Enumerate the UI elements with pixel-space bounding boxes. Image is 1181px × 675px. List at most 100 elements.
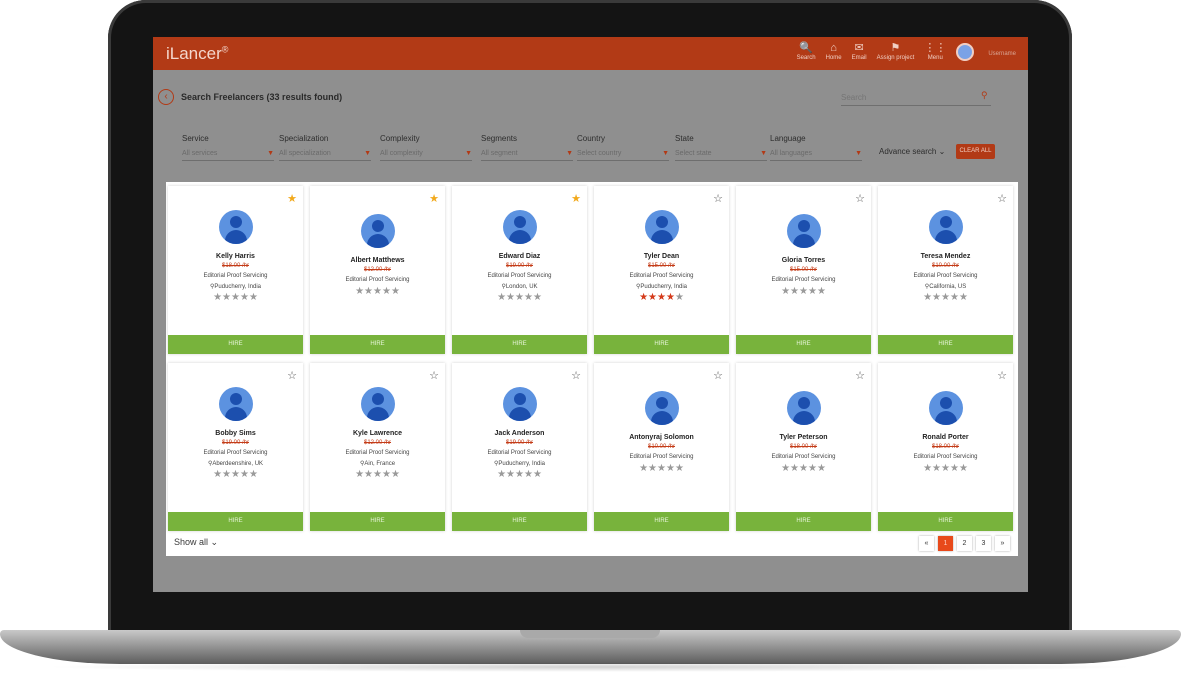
- freelancer-card[interactable]: ☆ Gloria Torres $15.00 /hr Editorial Proof …: [736, 186, 871, 354]
- home-icon: ⌂: [830, 42, 837, 54]
- freelancer-name[interactable]: Bobby Sims: [168, 430, 303, 437]
- nav-item-assign-project[interactable]: ⚑ Assign project: [877, 41, 915, 61]
- service-name: Editorial Proof Servicing: [913, 273, 978, 279]
- freelancer-card[interactable]: ★ Kelly Harris $18.00 /hr Editorial Proof S…: [168, 186, 303, 354]
- user-avatar[interactable]: [956, 43, 975, 61]
- freelancer-name[interactable]: Albert Matthews: [310, 257, 445, 264]
- filter-select[interactable]: Select state ▼: [675, 150, 767, 161]
- hire-button[interactable]: HIRE: [736, 512, 871, 531]
- location: ⚲Ain, France: [359, 461, 396, 467]
- clear-all-button[interactable]: CLEAR ALL: [956, 144, 995, 159]
- rating-stars: ★★★★★: [497, 292, 542, 303]
- freelancer-name[interactable]: Jack Anderson: [452, 430, 587, 437]
- filter-select[interactable]: All complexity ▼: [380, 150, 472, 161]
- freelancer-card[interactable]: ☆ Kyle Lawrence $12.00 /hr Editorial Proof …: [310, 363, 445, 531]
- show-all-toggle[interactable]: Show all ⌄: [174, 537, 218, 548]
- freelancer-card[interactable]: ★ Edward Diaz $19.00 /hr Editorial Proof Se…: [452, 186, 587, 354]
- nav-item-label: Email: [851, 55, 867, 61]
- favorite-star-icon[interactable]: ☆: [429, 369, 439, 382]
- filter-select[interactable]: All services ▼: [182, 150, 274, 161]
- page-button-3[interactable]: 3: [976, 536, 991, 551]
- favorite-star-icon[interactable]: ★: [571, 192, 581, 205]
- advance-search-toggle[interactable]: Advance search ⌄: [879, 147, 945, 156]
- top-navbar: iLancer® 🔍 Search ⌂ Home ✉ Email ⚑ Assign proje…: [153, 37, 1028, 70]
- hourly-rate: $18.00 /hr: [221, 263, 250, 269]
- filter-segments: Segments All segment ▼: [481, 134, 573, 161]
- freelancer-card[interactable]: ☆ Teresa Mendez $10.00 /hr Editorial Proof …: [878, 186, 1013, 354]
- freelancer-card[interactable]: ☆ Jack Anderson $19.00 /hr Editorial Proof …: [452, 363, 587, 531]
- page-next-button[interactable]: »: [995, 536, 1010, 551]
- back-button[interactable]: ‹: [158, 89, 174, 105]
- filter-select[interactable]: Select country ▼: [577, 150, 669, 161]
- favorite-star-icon[interactable]: ☆: [713, 369, 723, 382]
- hire-button[interactable]: HIRE: [594, 335, 729, 354]
- hire-button[interactable]: HIRE: [878, 335, 1013, 354]
- username-label[interactable]: Username: [988, 51, 1016, 57]
- filter-label: Service: [182, 134, 209, 143]
- favorite-star-icon[interactable]: ☆: [571, 369, 581, 382]
- filter-service: Service All services ▼: [182, 134, 274, 161]
- favorite-star-icon[interactable]: ★: [429, 192, 439, 205]
- rating-stars: ★★★★★: [639, 292, 684, 303]
- search-icon[interactable]: ⚲: [981, 90, 988, 101]
- freelancer-name[interactable]: Antonyraj Solomon: [594, 434, 729, 441]
- nav-item-email[interactable]: ✉ Email: [852, 41, 867, 61]
- hire-button[interactable]: HIRE: [594, 512, 729, 531]
- rating-stars: ★★★★★: [781, 286, 826, 297]
- freelancer-name[interactable]: Kelly Harris: [168, 253, 303, 260]
- service-name: Editorial Proof Servicing: [629, 273, 694, 279]
- service-name: Editorial Proof Servicing: [487, 273, 552, 279]
- hire-button[interactable]: HIRE: [878, 512, 1013, 531]
- rating-stars: ★★★★★: [213, 292, 258, 303]
- avatar: [928, 391, 963, 425]
- page-button-2[interactable]: 2: [957, 536, 972, 551]
- nav-item-search[interactable]: 🔍 Search: [797, 41, 816, 61]
- filter-select[interactable]: All specialization ▼: [279, 150, 371, 161]
- freelancer-card[interactable]: ★ Albert Matthews $12.00 /hr Editorial Proo…: [310, 186, 445, 354]
- page-button-1[interactable]: 1: [938, 536, 953, 551]
- freelancer-card[interactable]: ☆ Ronald Porter $18.00 /hr Editorial Proof …: [878, 363, 1013, 531]
- freelancer-name[interactable]: Teresa Mendez: [878, 253, 1013, 260]
- rating-stars: ★★★★★: [923, 463, 968, 474]
- page-prev-button[interactable]: «: [919, 536, 934, 551]
- freelancer-card[interactable]: ☆ Antonyraj Solomon $10.00 /hr Editorial Pr…: [594, 363, 729, 531]
- filter-select[interactable]: All segment ▼: [481, 150, 573, 161]
- app-logo[interactable]: iLancer®: [166, 44, 228, 64]
- rating-stars: ★★★★★: [497, 469, 542, 480]
- favorite-star-icon[interactable]: ☆: [855, 192, 865, 205]
- freelancer-name[interactable]: Gloria Torres: [736, 257, 871, 264]
- favorite-star-icon[interactable]: ☆: [997, 192, 1007, 205]
- nav-item-home[interactable]: ⌂ Home: [826, 41, 842, 61]
- freelancer-name[interactable]: Tyler Peterson: [736, 434, 871, 441]
- service-name: Editorial Proof Servicing: [345, 450, 410, 456]
- favorite-star-icon[interactable]: ☆: [855, 369, 865, 382]
- service-name: Editorial Proof Servicing: [345, 277, 410, 283]
- favorite-star-icon[interactable]: ★: [287, 192, 297, 205]
- hire-button[interactable]: HIRE: [310, 335, 445, 354]
- hire-button[interactable]: HIRE: [168, 335, 303, 354]
- favorite-star-icon[interactable]: ☆: [287, 369, 297, 382]
- freelancer-name[interactable]: Kyle Lawrence: [310, 430, 445, 437]
- freelancer-name[interactable]: Edward Diaz: [452, 253, 587, 260]
- nav-item-menu[interactable]: ⋮⋮ Menu: [924, 41, 946, 61]
- hire-button[interactable]: HIRE: [452, 335, 587, 354]
- hire-button[interactable]: HIRE: [736, 335, 871, 354]
- freelancer-card[interactable]: ☆ Bobby Sims $19.00 /hr Editorial Proof Ser…: [168, 363, 303, 531]
- favorite-star-icon[interactable]: ☆: [997, 369, 1007, 382]
- freelancer-name[interactable]: Ronald Porter: [878, 434, 1013, 441]
- freelancer-card[interactable]: ☆ Tyler Dean $15.00 /hr Editorial Proof Ser…: [594, 186, 729, 354]
- filter-value: All segment: [481, 150, 518, 157]
- caret-down-icon: ▼: [566, 150, 573, 157]
- filter-value: Select state: [675, 150, 712, 157]
- hourly-rate: $19.00 /hr: [505, 263, 534, 269]
- hire-button[interactable]: HIRE: [452, 512, 587, 531]
- hire-button[interactable]: HIRE: [310, 512, 445, 531]
- hire-button[interactable]: HIRE: [168, 512, 303, 531]
- hourly-rate: $15.00 /hr: [789, 267, 818, 273]
- favorite-star-icon[interactable]: ☆: [713, 192, 723, 205]
- filter-select[interactable]: All languages ▼: [770, 150, 862, 161]
- search-input[interactable]: [841, 89, 991, 106]
- freelancer-name[interactable]: Tyler Dean: [594, 253, 729, 260]
- freelancer-card[interactable]: ☆ Tyler Peterson $18.00 /hr Editorial Proof…: [736, 363, 871, 531]
- nav-item-label: Assign project: [876, 55, 915, 61]
